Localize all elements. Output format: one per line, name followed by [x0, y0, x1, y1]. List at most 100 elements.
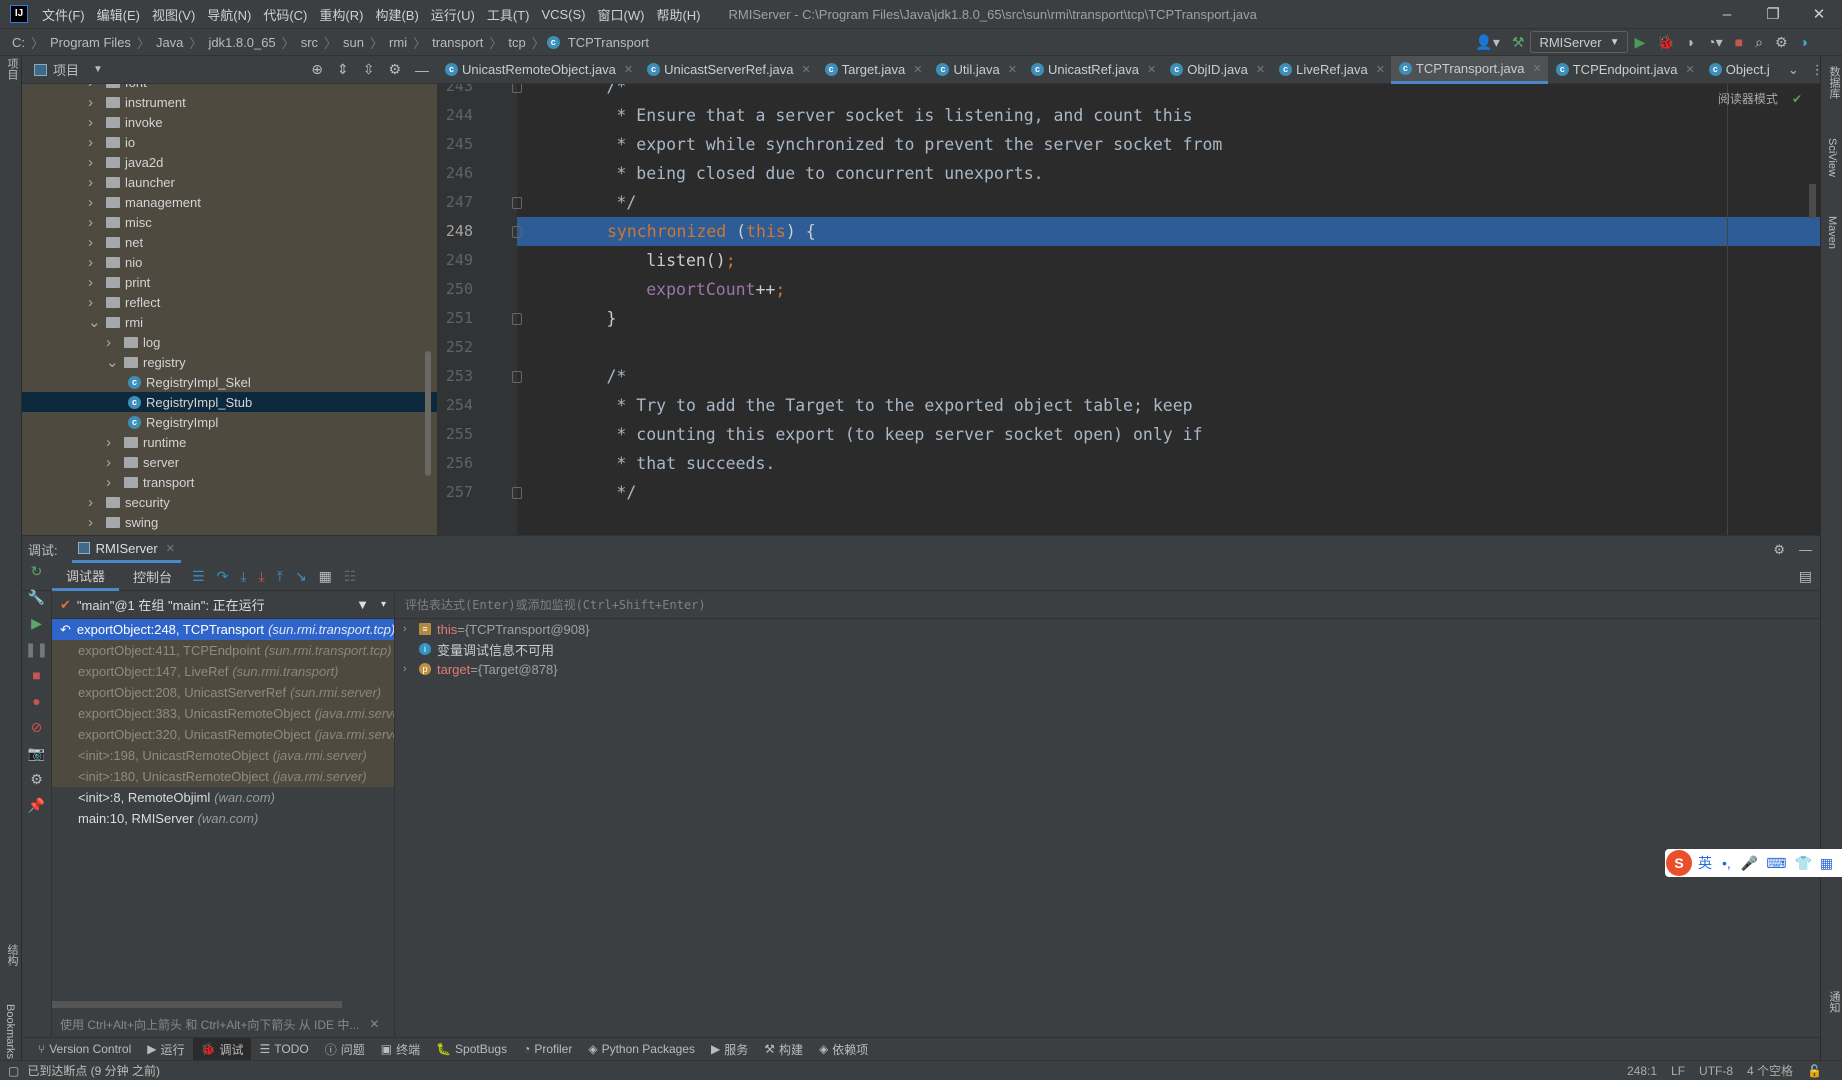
project-view-select[interactable]: 项目 [53, 60, 79, 79]
tree-node[interactable]: › server [22, 452, 437, 472]
stack-frame[interactable]: <init>:198, UnicastRemoteObject (java.rmi… [52, 745, 394, 766]
filter-icon[interactable]: ▼ [356, 597, 369, 612]
chevron-right-icon[interactable]: › [88, 254, 102, 271]
rerun-icon[interactable]: ↻ [22, 563, 51, 589]
run-icon[interactable]: ▶ [1634, 34, 1645, 51]
locate-file-icon[interactable]: ⊕ [311, 61, 323, 78]
plugin-icon[interactable]: ◑ [1800, 34, 1808, 50]
bottom-tool-10[interactable]: ⚒ 构建 [756, 1038, 811, 1061]
tree-node[interactable]: › swing [22, 512, 437, 532]
close-tab-icon[interactable]: ✕ [1256, 63, 1265, 76]
bottom-tool-4[interactable]: ⓘ 问题 [317, 1038, 373, 1061]
menu-item[interactable]: 构建(B) [375, 5, 418, 24]
chevron-right-icon[interactable]: › [88, 154, 102, 171]
chevron-right-icon[interactable]: › [88, 114, 102, 131]
tree-node[interactable]: ⌄ registry [22, 352, 437, 372]
chevron-right-icon[interactable]: › [88, 134, 102, 151]
chevron-right-icon[interactable]: › [88, 84, 102, 91]
menu-item[interactable]: 重构(R) [319, 5, 363, 24]
more-options-icon[interactable]: ⋮ [1811, 62, 1824, 78]
close-tab-icon[interactable]: ✕ [801, 63, 810, 76]
tab-objid-java[interactable]: c ObjID.java ✕ [1162, 56, 1271, 84]
bottom-tool-9[interactable]: ▶ 服务 [703, 1038, 756, 1061]
gear-icon[interactable]: ⚙ [1773, 542, 1785, 558]
fold-marker-icon[interactable] [512, 371, 522, 383]
force-step-into-icon[interactable]: ⤓ [259, 568, 265, 585]
layout-icon[interactable]: ▤ [1799, 568, 1812, 585]
bookmarks-tool-button[interactable]: Bookmarks [4, 1004, 16, 1059]
breadcrumb-item[interactable]: Java [152, 35, 187, 50]
bottom-tool-6[interactable]: 🐛 SpotBugs [428, 1038, 515, 1061]
settings-gear-icon[interactable]: ⚙ [1775, 34, 1788, 51]
tab-target-java[interactable]: c Target.java ✕ [817, 56, 929, 84]
bottom-tool-0[interactable]: ⑂ Version Control [30, 1038, 139, 1061]
collapse-all-icon[interactable]: ⇳ [363, 61, 375, 78]
bottom-tool-5[interactable]: ▣ 终端 [373, 1038, 428, 1061]
code-editor[interactable]: 243 244 245 246 247 248 249 250 251 252 253 254 255 2… [437, 84, 1820, 535]
settings-icon[interactable]: ⚙ [22, 771, 51, 797]
breadcrumb-item[interactable]: C: [8, 35, 29, 50]
chevron-right-icon[interactable]: › [88, 274, 102, 291]
minimize-panel-icon[interactable]: — [1799, 542, 1812, 557]
evaluate-expression-input[interactable]: 评估表达式(Enter)或添加监视(Ctrl+Shift+Enter) [395, 591, 1820, 619]
breadcrumb-item[interactable]: src [297, 35, 322, 50]
tree-scrollbar[interactable] [425, 351, 431, 476]
lock-icon[interactable]: 🔓 [1807, 1064, 1822, 1078]
step-out-icon[interactable]: ⤒ [277, 568, 283, 585]
tree-node[interactable]: › log [22, 332, 437, 352]
debug-session-tab[interactable]: RMIServer ✕ [71, 536, 181, 563]
menu-item[interactable]: 代码(C) [263, 5, 307, 24]
fold-marker-icon[interactable] [512, 84, 522, 93]
step-over-icon[interactable]: ↷ [217, 568, 229, 585]
profile-icon[interactable]: ◔▾ [1707, 34, 1722, 51]
tree-node[interactable]: › misc [22, 212, 437, 232]
bottom-tool-8[interactable]: ◈ Python Packages [580, 1038, 703, 1061]
editor-scrollbar[interactable] [1809, 184, 1816, 218]
tab-tcptransport-java[interactable]: c TCPTransport.java ✕ [1390, 55, 1548, 84]
tab-console[interactable]: 控制台 [119, 563, 186, 591]
run-configuration-select[interactable]: RMIServer ▼ [1530, 31, 1629, 53]
stack-frame[interactable]: ↶ exportObject:248, TCPTransport (sun.rmi.… [52, 619, 394, 640]
build-hammer-icon[interactable]: ⚒ [1512, 34, 1525, 51]
project-tool-button[interactable]: 项目 [4, 58, 20, 80]
chevron-right-icon[interactable]: › [106, 454, 120, 471]
database-tool-button[interactable]: 数据库 [1826, 66, 1842, 99]
apps-grid-icon[interactable]: ▦ [1820, 855, 1833, 872]
frames-horizontal-scrollbar[interactable] [52, 1001, 342, 1008]
camera-icon[interactable]: 📷 [22, 745, 51, 771]
stack-frame[interactable]: exportObject:208, UnicastServerRef (sun.r… [52, 682, 394, 703]
bottom-tool-1[interactable]: ▶ 运行 [139, 1038, 192, 1061]
tree-node[interactable]: › security [22, 492, 437, 512]
breadcrumb-item[interactable]: jdk1.8.0_65 [204, 35, 279, 50]
tab-tcpendpoint-java[interactable]: c TCPEndpoint.java ✕ [1548, 56, 1701, 84]
menu-item[interactable]: 导航(N) [207, 5, 251, 24]
tree-node[interactable]: › font [22, 84, 437, 92]
sciview-tool-button[interactable]: SciView [1826, 138, 1838, 177]
stack-frame[interactable]: exportObject:320, UnicastRemoteObject (ja… [52, 724, 394, 745]
chevron-down-icon[interactable]: ⌄ [106, 353, 120, 371]
chevron-right-icon[interactable]: › [88, 494, 102, 511]
close-tab-icon[interactable]: ✕ [1008, 63, 1017, 76]
menu-item[interactable]: 窗口(W) [598, 5, 645, 24]
close-tab-icon[interactable]: ✕ [1376, 63, 1385, 76]
stop-icon[interactable]: ■ [1735, 34, 1743, 50]
structure-tool-button[interactable]: 结构 [4, 944, 20, 966]
chevron-down-icon[interactable]: ▾ [381, 599, 386, 610]
tree-node[interactable]: c RegistryImpl_Skel [22, 372, 437, 392]
chevron-right-icon[interactable]: › [106, 334, 120, 351]
chevron-right-icon[interactable]: › [88, 94, 102, 111]
breadcrumb-item[interactable]: rmi [385, 35, 411, 50]
tree-node[interactable]: › reflect [22, 292, 437, 312]
notifications-tool-button[interactable]: 通知 [1826, 991, 1842, 1013]
show-execution-point-icon[interactable]: ☰ [192, 568, 205, 585]
tree-node[interactable]: › invoke [22, 112, 437, 132]
stop-icon[interactable]: ■ [22, 667, 51, 693]
tree-node[interactable]: ⌄ rmi [22, 312, 437, 332]
ime-mode[interactable]: 英 [1698, 853, 1712, 873]
expand-chevron-icon[interactable]: › [403, 623, 419, 635]
tree-node[interactable]: › print [22, 272, 437, 292]
chevron-right-icon[interactable]: › [106, 434, 120, 451]
variable-row[interactable]: › ≡ this = {TCPTransport@908} [395, 619, 1820, 639]
pin-icon[interactable]: 📌 [22, 797, 51, 823]
microphone-icon[interactable]: 🎤 [1741, 855, 1758, 872]
